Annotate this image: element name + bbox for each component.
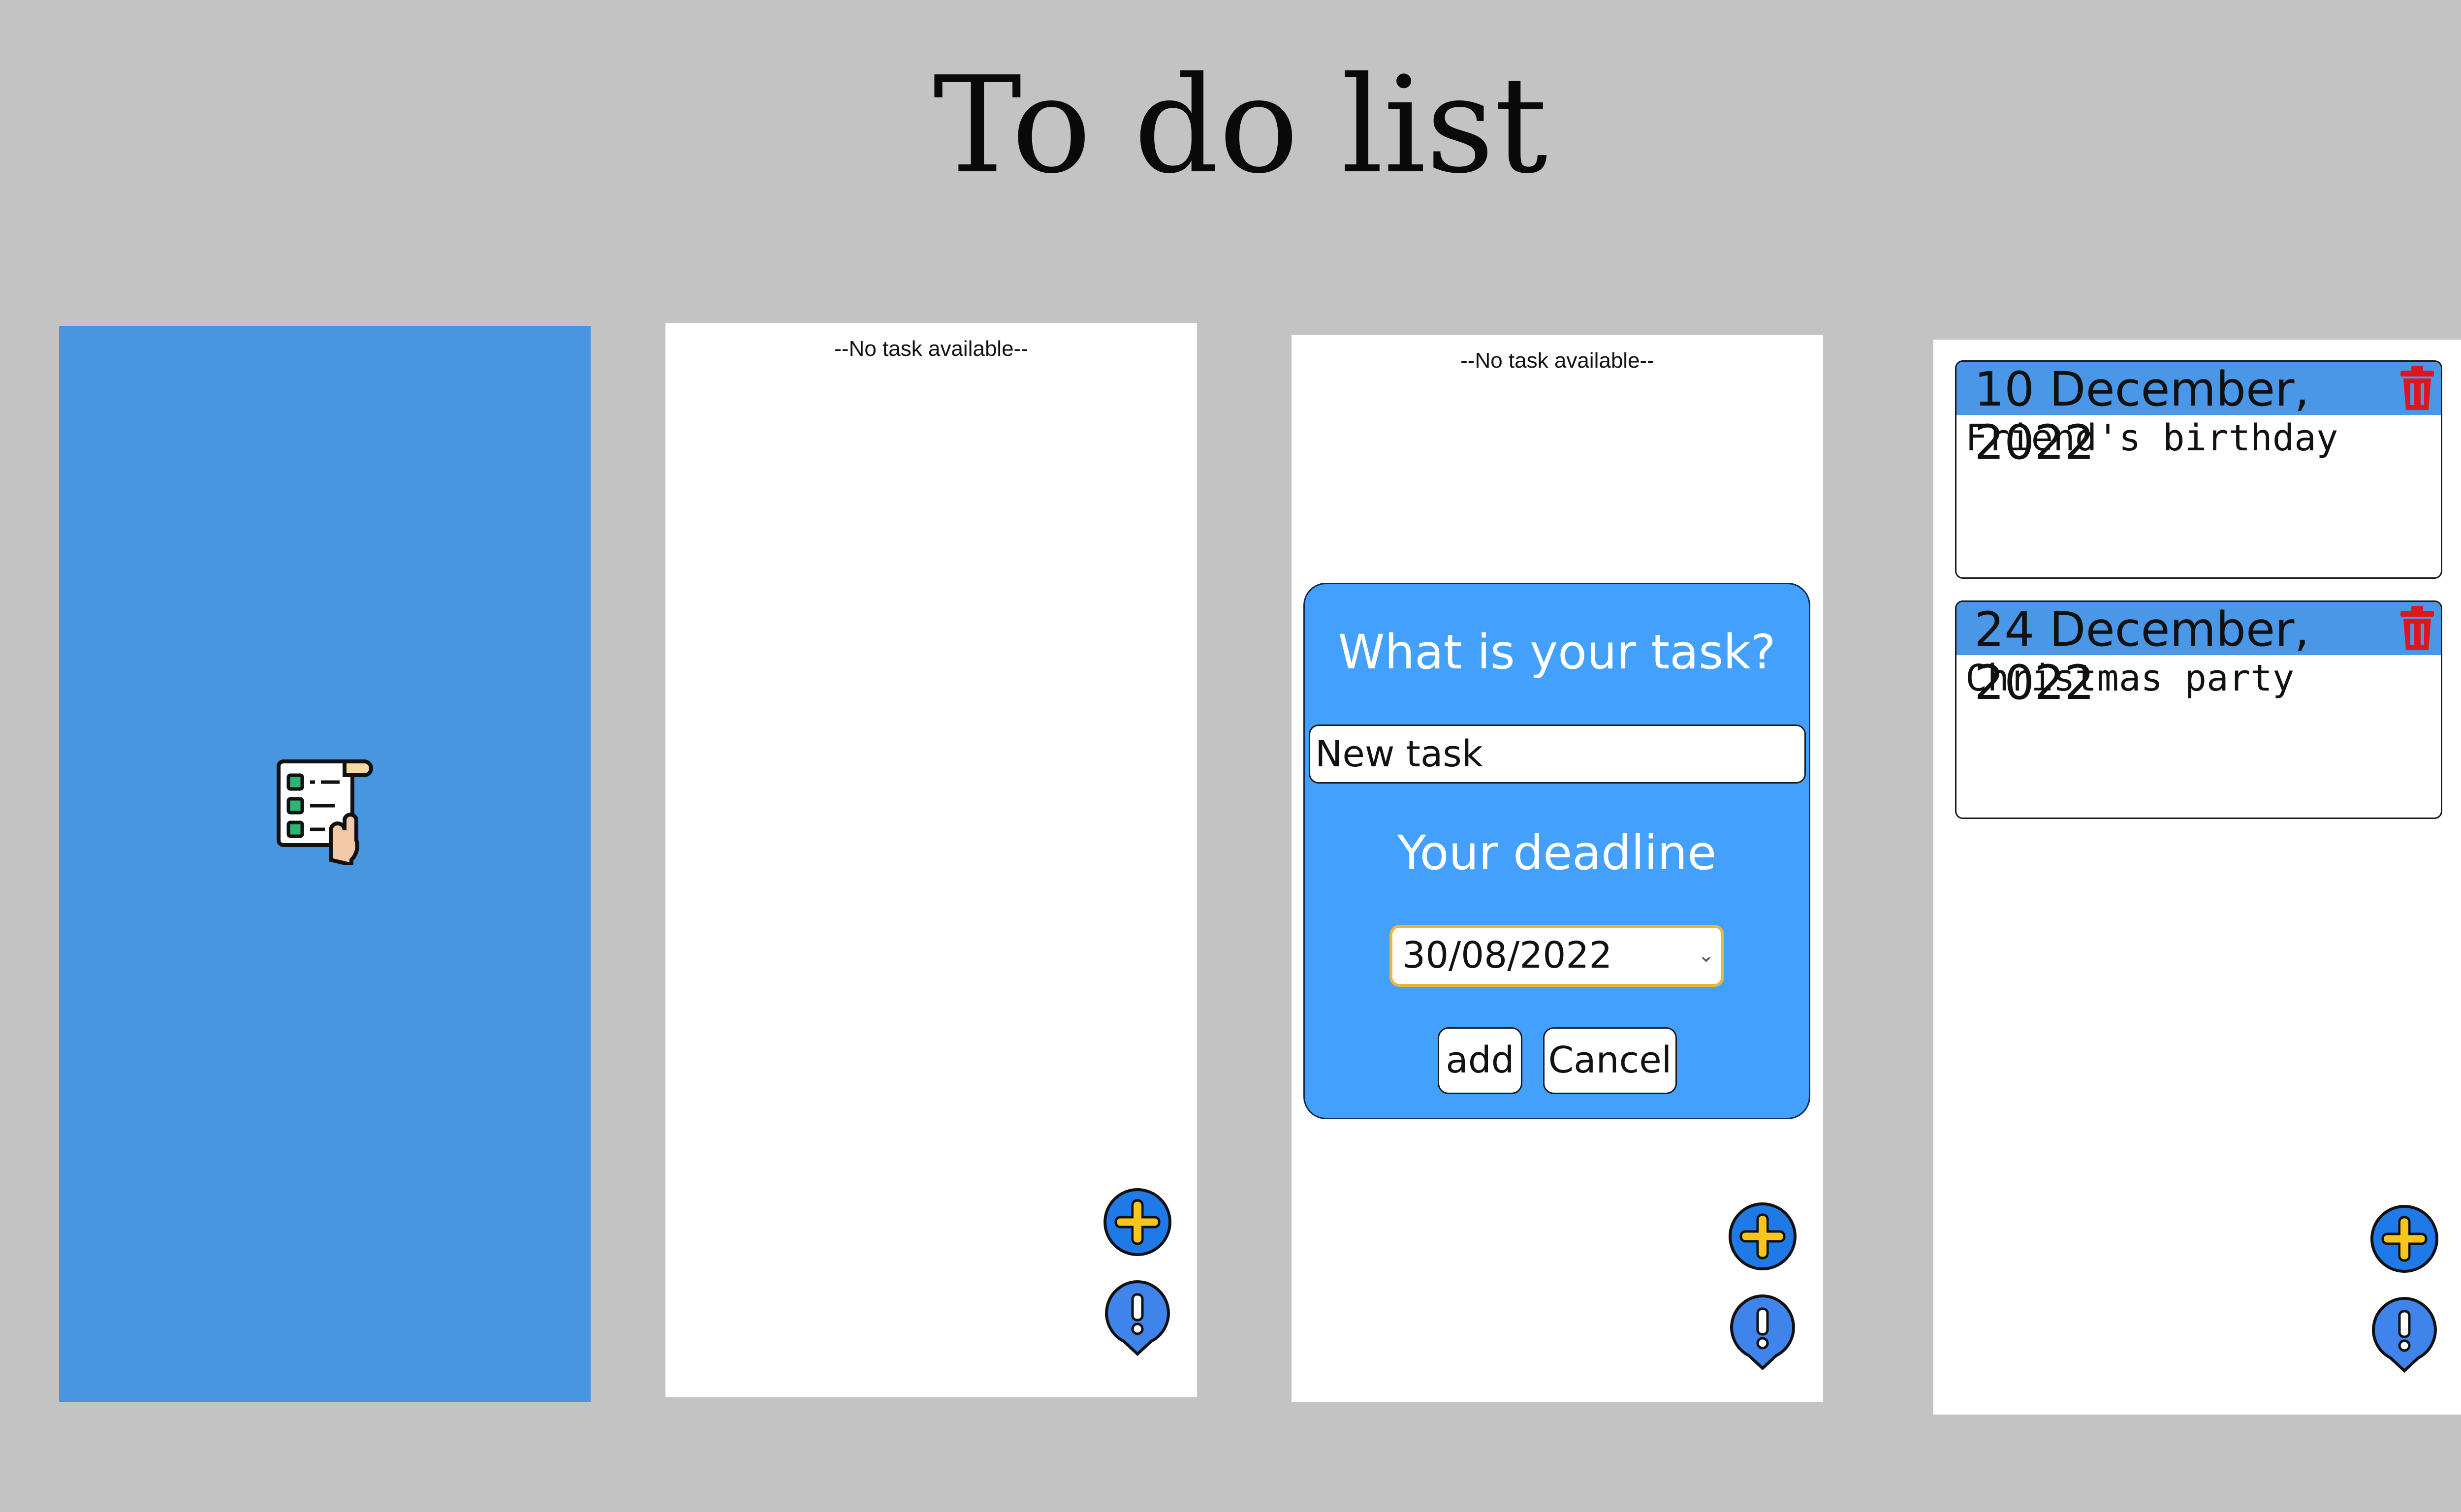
- info-button[interactable]: [1102, 1278, 1173, 1356]
- deadline-select[interactable]: 30/08/2022 ⌄: [1389, 925, 1724, 987]
- trash-icon[interactable]: [2398, 364, 2437, 413]
- deadline-label: Your deadline: [1397, 825, 1717, 881]
- plus-icon: [1729, 1202, 1797, 1270]
- trash-icon[interactable]: [2398, 604, 2437, 653]
- info-button[interactable]: [1727, 1292, 1798, 1371]
- info-button[interactable]: [2369, 1294, 2440, 1373]
- task-card: 10 December, 2022 Friend's birthday: [1955, 360, 2442, 579]
- add-task-button[interactable]: [1727, 1201, 1798, 1272]
- add-task-screen: --No task available-- What is your task?…: [1292, 335, 1823, 1402]
- splash-screen: [59, 326, 591, 1402]
- task-card-header: 24 December, 2022: [1956, 602, 2441, 709]
- plus-icon: [2370, 1205, 2438, 1273]
- add-button[interactable]: add: [1438, 1027, 1522, 1094]
- task-text: Friend's birthday: [1965, 417, 2338, 459]
- empty-list-screen: --No task available--: [665, 323, 1197, 1397]
- add-task-dialog: What is your task? Your deadline 30/08/2…: [1303, 583, 1810, 1119]
- task-list-screen: 10 December, 2022 Friend's birthday 24 D…: [1933, 340, 2461, 1415]
- exclamation-icon: [1730, 1294, 1795, 1371]
- todo-list-hand-icon: [276, 756, 374, 868]
- task-input[interactable]: [1309, 724, 1806, 784]
- exclamation-icon: [1105, 1280, 1170, 1356]
- page-title: To do list: [933, 48, 1548, 203]
- empty-list-message: --No task available--: [834, 337, 1028, 361]
- task-card: 24 December, 2022 Christmas party: [1955, 600, 2442, 819]
- add-task-button[interactable]: [2369, 1203, 2440, 1274]
- dialog-title: What is your task?: [1338, 625, 1776, 680]
- chevron-down-icon: ⌄: [1698, 944, 1714, 967]
- plus-icon: [1104, 1188, 1171, 1256]
- empty-list-message: --No task available--: [1460, 348, 1654, 373]
- task-text: Christmas party: [1965, 657, 2295, 699]
- add-task-button[interactable]: [1102, 1187, 1173, 1258]
- exclamation-icon: [2372, 1296, 2437, 1373]
- deadline-value: 30/08/2022: [1402, 934, 1612, 976]
- cancel-button[interactable]: Cancel: [1543, 1027, 1677, 1094]
- task-card-header: 10 December, 2022: [1956, 362, 2441, 469]
